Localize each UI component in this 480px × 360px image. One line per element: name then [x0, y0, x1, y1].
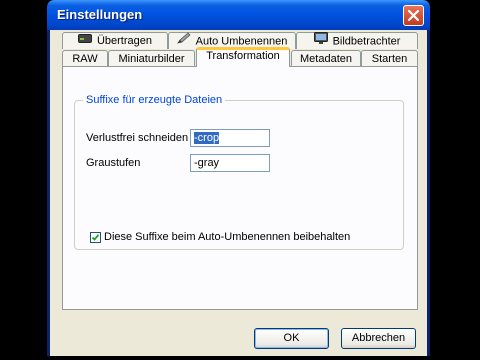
- lossless-crop-label: Verlustfrei schneiden: [86, 132, 189, 144]
- selected-text: -crop: [194, 132, 220, 144]
- dialog-client-area: Übertragen Auto Umbenennen Bildbetrachte…: [50, 30, 427, 356]
- grayscale-label: Graustufen: [86, 157, 141, 169]
- cancel-button[interactable]: Abbrechen: [341, 328, 416, 349]
- settings-dialog: Einstellungen Übertragen Auto Umbenennen…: [47, 0, 430, 356]
- tab-raw[interactable]: RAW: [62, 50, 108, 67]
- grayscale-suffix-input[interactable]: -gray: [190, 154, 270, 172]
- monitor-icon: [313, 32, 328, 49]
- tab-label: Miniaturbilder: [118, 53, 185, 65]
- tab-metadaten[interactable]: Metadaten: [291, 50, 361, 67]
- close-button[interactable]: [403, 5, 424, 26]
- groupbox-title: Suffixe für erzeugte Dateien: [83, 94, 226, 106]
- tab-label: Transformation: [206, 50, 280, 62]
- tab-label: Metadaten: [300, 53, 352, 65]
- ok-button[interactable]: OK: [254, 328, 329, 349]
- pencil-icon: [176, 32, 191, 49]
- tab-label: RAW: [72, 53, 98, 65]
- keep-suffix-label[interactable]: Diese Suffixe beim Auto-Umbenennen beibe…: [104, 231, 350, 243]
- window-title: Einstellungen: [57, 7, 143, 22]
- suffix-groupbox: Suffixe für erzeugte Dateien Verlustfrei…: [74, 94, 404, 250]
- close-icon: [407, 9, 420, 22]
- tab-uebertragen[interactable]: Übertragen: [62, 32, 168, 49]
- tab-bildbetrachter[interactable]: Bildbetrachter: [296, 32, 418, 49]
- tab-transformation[interactable]: Transformation: [196, 47, 290, 67]
- tab-label: Bildbetrachter: [332, 35, 401, 48]
- title-bar[interactable]: Einstellungen: [47, 0, 430, 30]
- keep-suffix-checkbox[interactable]: [90, 232, 101, 243]
- tab-starten[interactable]: Starten: [361, 50, 418, 67]
- tab-label: Starten: [371, 53, 408, 65]
- checkmark-icon: [91, 234, 100, 241]
- tab-label: Auto Umbenennen: [195, 35, 288, 48]
- drive-icon: [77, 32, 92, 48]
- tab-page-transformation: Suffixe für erzeugte Dateien Verlustfrei…: [62, 66, 418, 310]
- input-value: -gray: [194, 157, 220, 169]
- tab-miniaturbilder[interactable]: Miniaturbilder: [108, 50, 195, 67]
- tab-label: Übertragen: [96, 35, 153, 47]
- lossless-crop-suffix-input[interactable]: -crop: [190, 129, 270, 147]
